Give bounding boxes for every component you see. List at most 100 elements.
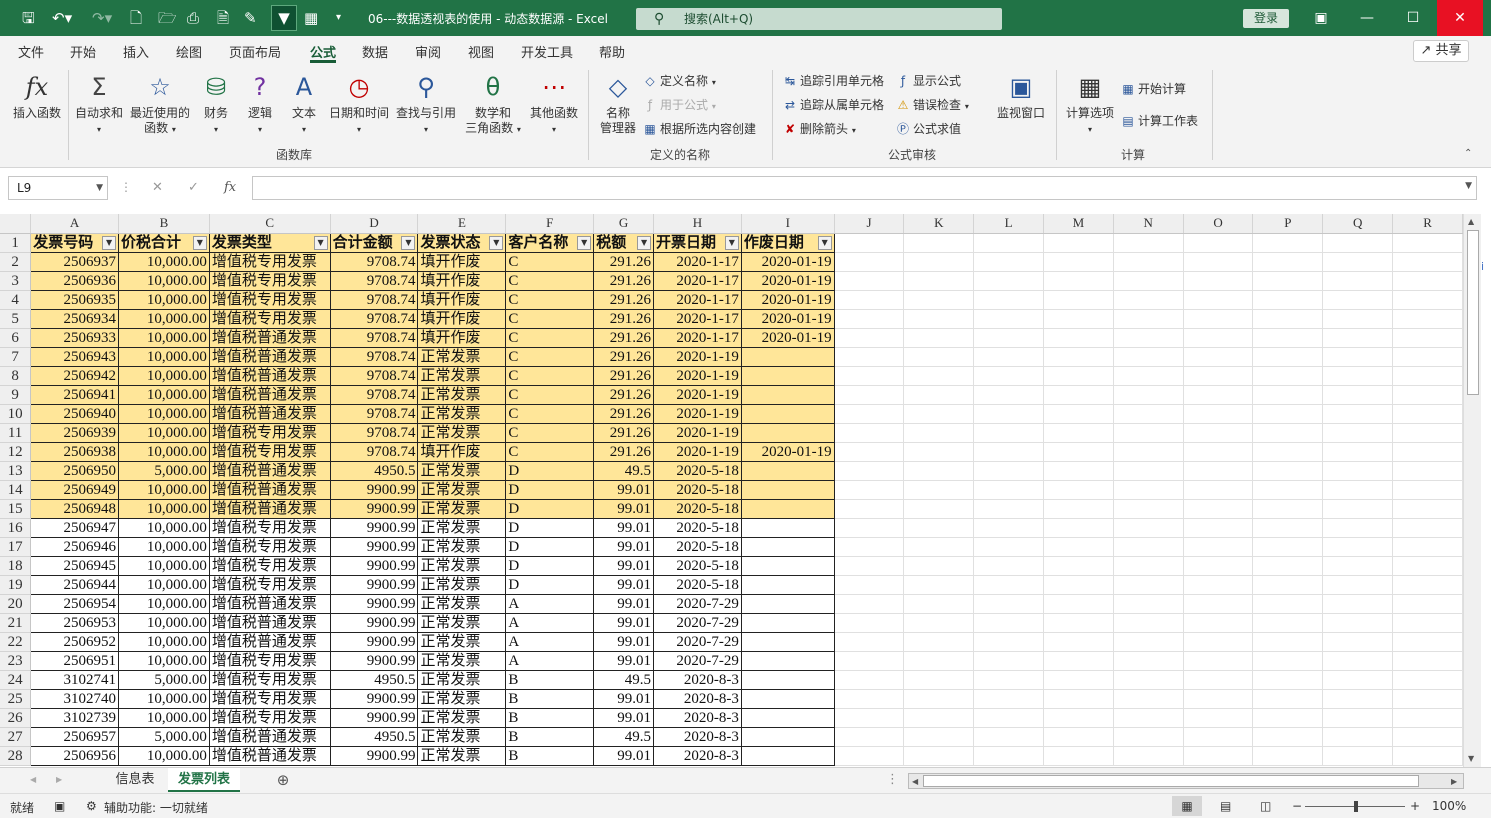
empty-cell[interactable] xyxy=(1322,594,1394,614)
empty-cell[interactable] xyxy=(1392,518,1463,538)
empty-cell[interactable] xyxy=(1252,708,1324,728)
cell[interactable]: 正常发票 xyxy=(417,498,507,519)
cell[interactable] xyxy=(740,517,835,538)
cell[interactable]: 增值税普通发票 xyxy=(208,346,331,367)
form-icon[interactable]: ✎ xyxy=(244,8,257,28)
scroll-up-icon[interactable]: ▲ xyxy=(1468,217,1474,226)
empty-cell[interactable] xyxy=(834,518,905,538)
empty-cell[interactable] xyxy=(1252,632,1324,652)
header-cell[interactable]: 价税合计 ▼ xyxy=(118,232,210,253)
empty-cell[interactable] xyxy=(903,556,975,576)
empty-cell[interactable] xyxy=(1183,328,1254,348)
cell[interactable]: 2020-1-17 xyxy=(653,327,742,348)
empty-cell[interactable] xyxy=(1322,651,1394,671)
empty-cell[interactable] xyxy=(1183,670,1254,690)
cell[interactable]: D xyxy=(505,536,595,557)
cell[interactable]: 10,000.00 xyxy=(118,308,210,329)
empty-cell[interactable] xyxy=(1322,309,1394,329)
row-header[interactable]: 23 xyxy=(0,651,32,671)
empty-cell[interactable] xyxy=(973,290,1044,310)
empty-cell[interactable] xyxy=(903,613,975,633)
row-header[interactable]: 6 xyxy=(0,328,32,348)
cell[interactable]: 正常发票 xyxy=(417,365,507,386)
empty-cell[interactable] xyxy=(1392,404,1463,424)
filter-dropdown-icon[interactable]: ▼ xyxy=(102,235,117,250)
cell[interactable]: 增值税普通发票 xyxy=(208,498,331,519)
cell[interactable] xyxy=(740,574,835,595)
column-header[interactable]: J xyxy=(834,214,905,234)
empty-cell[interactable] xyxy=(1043,347,1114,367)
cell[interactable]: 填开作废 xyxy=(417,441,507,462)
pivot-icon[interactable]: ▦ xyxy=(304,8,318,28)
financial-button[interactable]: ⛁ 财务 ▾ xyxy=(196,70,236,137)
cell[interactable]: 2020-5-18 xyxy=(653,498,742,519)
cell[interactable]: 填开作废 xyxy=(417,308,507,329)
column-header[interactable]: M xyxy=(1043,214,1114,234)
accessibility-status[interactable]: 辅助功能: 一切就绪 xyxy=(104,799,208,816)
zoom-slider[interactable] xyxy=(1305,801,1405,812)
empty-cell[interactable] xyxy=(1113,423,1184,443)
row-header[interactable]: 21 xyxy=(0,613,32,633)
cell[interactable]: 10,000.00 xyxy=(118,327,210,348)
empty-cell[interactable] xyxy=(973,556,1044,576)
empty-cell[interactable] xyxy=(1392,385,1463,405)
empty-cell[interactable] xyxy=(1392,708,1463,728)
empty-cell[interactable] xyxy=(1322,271,1394,291)
cell[interactable]: 10,000.00 xyxy=(118,536,210,557)
cell[interactable]: 2020-1-19 xyxy=(653,441,742,462)
empty-cell[interactable] xyxy=(973,309,1044,329)
cell[interactable]: C xyxy=(505,289,595,310)
empty-cell[interactable] xyxy=(834,461,905,481)
collapse-ribbon-icon[interactable]: ⌃ xyxy=(1464,148,1472,159)
vertical-scroll-thumb[interactable] xyxy=(1467,230,1479,395)
empty-cell[interactable] xyxy=(903,651,975,671)
empty-cell[interactable] xyxy=(834,404,905,424)
empty-cell[interactable] xyxy=(1183,708,1254,728)
cell[interactable]: 增值税专用发票 xyxy=(208,422,331,443)
row-header[interactable]: 12 xyxy=(0,442,32,462)
empty-cell[interactable] xyxy=(1392,613,1463,633)
show-formulas-button[interactable]: ƒ 显示公式 xyxy=(895,73,961,89)
column-header[interactable]: O xyxy=(1183,214,1254,234)
row-header[interactable]: 5 xyxy=(0,309,32,329)
empty-cell[interactable] xyxy=(973,708,1044,728)
cell[interactable]: 99.01 xyxy=(593,688,655,709)
empty-cell[interactable] xyxy=(1113,708,1184,728)
empty-cell[interactable] xyxy=(1252,423,1324,443)
cell[interactable]: 2020-5-18 xyxy=(653,574,742,595)
empty-cell[interactable] xyxy=(973,271,1044,291)
header-cell[interactable]: 发票类型 ▼ xyxy=(208,232,331,253)
empty-cell[interactable] xyxy=(834,632,905,652)
empty-cell[interactable] xyxy=(834,366,905,386)
empty-cell[interactable] xyxy=(1252,651,1324,671)
empty-cell[interactable] xyxy=(834,651,905,671)
cell[interactable]: 291.26 xyxy=(593,403,655,424)
cell[interactable]: C xyxy=(505,441,595,462)
empty-cell[interactable] xyxy=(973,347,1044,367)
calculate-now-button[interactable]: ▦ 开始计算 xyxy=(1120,81,1186,97)
cell[interactable]: 9708.74 xyxy=(329,384,419,405)
empty-cell[interactable] xyxy=(1252,594,1324,614)
cell[interactable]: 291.26 xyxy=(593,422,655,443)
open-file-icon[interactable]: 🗁 xyxy=(158,8,177,28)
cell[interactable]: 2020-8-3 xyxy=(653,707,742,728)
empty-cell[interactable] xyxy=(1113,556,1184,576)
empty-cell[interactable] xyxy=(1043,537,1114,557)
sheet-tab-invoices[interactable]: 发票列表 xyxy=(168,768,240,792)
empty-cell[interactable] xyxy=(1392,537,1463,557)
empty-cell[interactable] xyxy=(1392,271,1463,291)
tab-developer[interactable]: 开发工具 xyxy=(521,42,573,61)
empty-cell[interactable] xyxy=(834,290,905,310)
cell[interactable]: 2506939 xyxy=(30,422,120,443)
empty-cell[interactable] xyxy=(1043,613,1114,633)
empty-cell[interactable] xyxy=(834,423,905,443)
recent-functions-button[interactable]: ☆ 最近使用的 函数 ▾ xyxy=(126,70,194,137)
math-trig-button[interactable]: θ 数学和 三角函数 ▾ xyxy=(460,70,526,137)
empty-cell[interactable] xyxy=(1113,670,1184,690)
vertical-scrollbar[interactable]: ▲ ▼ xyxy=(1463,214,1481,767)
cell[interactable]: 2020-1-19 xyxy=(653,365,742,386)
cell[interactable]: 9900.99 xyxy=(329,650,419,671)
cell[interactable]: 2020-1-19 xyxy=(653,403,742,424)
row-header[interactable]: 16 xyxy=(0,518,32,538)
cell[interactable]: 2020-1-19 xyxy=(653,346,742,367)
